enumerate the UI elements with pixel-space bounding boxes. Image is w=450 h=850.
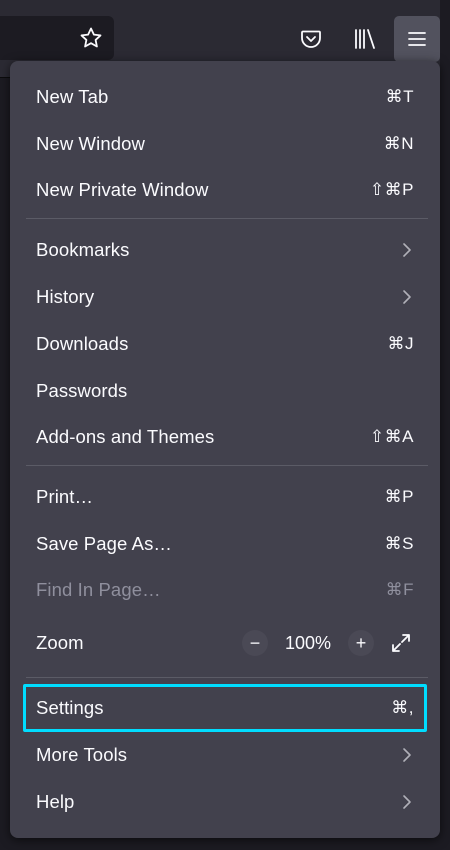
zoom-reset-button[interactable]: 100% bbox=[268, 633, 348, 654]
menu-item-label: New Tab bbox=[36, 86, 109, 107]
menu-item-label: New Window bbox=[36, 133, 145, 154]
menu-item-save-page-as[interactable]: Save Page As… ⌘S bbox=[26, 522, 426, 566]
hamburger-menu-icon[interactable] bbox=[394, 16, 440, 62]
zoom-controls: − 100% + bbox=[242, 630, 414, 656]
zoom-in-button[interactable]: + bbox=[348, 630, 374, 656]
menu-item-new-window[interactable]: New Window ⌘N bbox=[26, 122, 426, 166]
settings-highlight-outline bbox=[23, 684, 427, 732]
window-edge bbox=[440, 0, 450, 850]
menu-separator bbox=[26, 465, 428, 466]
menu-item-label: Find In Page… bbox=[36, 579, 161, 600]
menu-item-label: Passwords bbox=[36, 380, 128, 401]
menu-item-label: Print… bbox=[36, 486, 94, 507]
menu-item-label: Add-ons and Themes bbox=[36, 426, 215, 447]
chevron-right-icon bbox=[400, 288, 414, 306]
menu-item-label: Bookmarks bbox=[36, 239, 130, 260]
menu-item-shortcut: ⌘T bbox=[385, 87, 414, 106]
menu-item-find-in-page: Find In Page… ⌘F bbox=[26, 568, 426, 612]
menu-item-shortcut: ⌘F bbox=[385, 580, 414, 599]
chevron-right-icon bbox=[400, 241, 414, 259]
menu-item-shortcut: ⇧⌘P bbox=[369, 180, 414, 199]
menu-item-label: New Private Window bbox=[36, 179, 209, 200]
menu-item-shortcut: ⌘S bbox=[384, 534, 414, 553]
menu-item-shortcut: ⌘P bbox=[384, 487, 414, 506]
menu-item-new-tab[interactable]: New Tab ⌘T bbox=[26, 75, 426, 119]
menu-item-new-private-window[interactable]: New Private Window ⇧⌘P bbox=[26, 168, 426, 212]
menu-item-bookmarks[interactable]: Bookmarks bbox=[26, 228, 426, 272]
menu-item-shortcut: ⌘J bbox=[387, 334, 414, 353]
star-icon[interactable] bbox=[74, 20, 108, 56]
chevron-right-icon bbox=[400, 746, 414, 764]
menu-item-label: More Tools bbox=[36, 744, 128, 765]
menu-item-history[interactable]: History bbox=[26, 275, 426, 319]
fullscreen-icon[interactable] bbox=[388, 630, 414, 656]
menu-item-help[interactable]: Help bbox=[26, 780, 426, 824]
menu-item-label: Downloads bbox=[36, 333, 129, 354]
menu-item-shortcut: ⌘N bbox=[383, 134, 414, 153]
pocket-icon[interactable] bbox=[288, 16, 334, 62]
menu-item-label: Save Page As… bbox=[36, 533, 173, 554]
library-icon[interactable] bbox=[342, 16, 388, 62]
chevron-right-icon bbox=[400, 793, 414, 811]
menu-item-print[interactable]: Print… ⌘P bbox=[26, 475, 426, 519]
menu-item-addons-themes[interactable]: Add-ons and Themes ⇧⌘A bbox=[26, 415, 426, 459]
menu-item-downloads[interactable]: Downloads ⌘J bbox=[26, 322, 426, 366]
menu-separator bbox=[26, 677, 428, 678]
menu-item-label: History bbox=[36, 286, 95, 307]
menu-item-more-tools[interactable]: More Tools bbox=[26, 733, 426, 777]
menu-item-label: Help bbox=[36, 791, 75, 812]
menu-item-zoom: Zoom − 100% + bbox=[26, 621, 426, 665]
menu-separator bbox=[26, 218, 428, 219]
zoom-out-button[interactable]: − bbox=[242, 630, 268, 656]
menu-item-passwords[interactable]: Passwords bbox=[26, 369, 426, 413]
menu-item-shortcut: ⇧⌘A bbox=[369, 427, 414, 446]
zoom-label: Zoom bbox=[36, 632, 84, 653]
